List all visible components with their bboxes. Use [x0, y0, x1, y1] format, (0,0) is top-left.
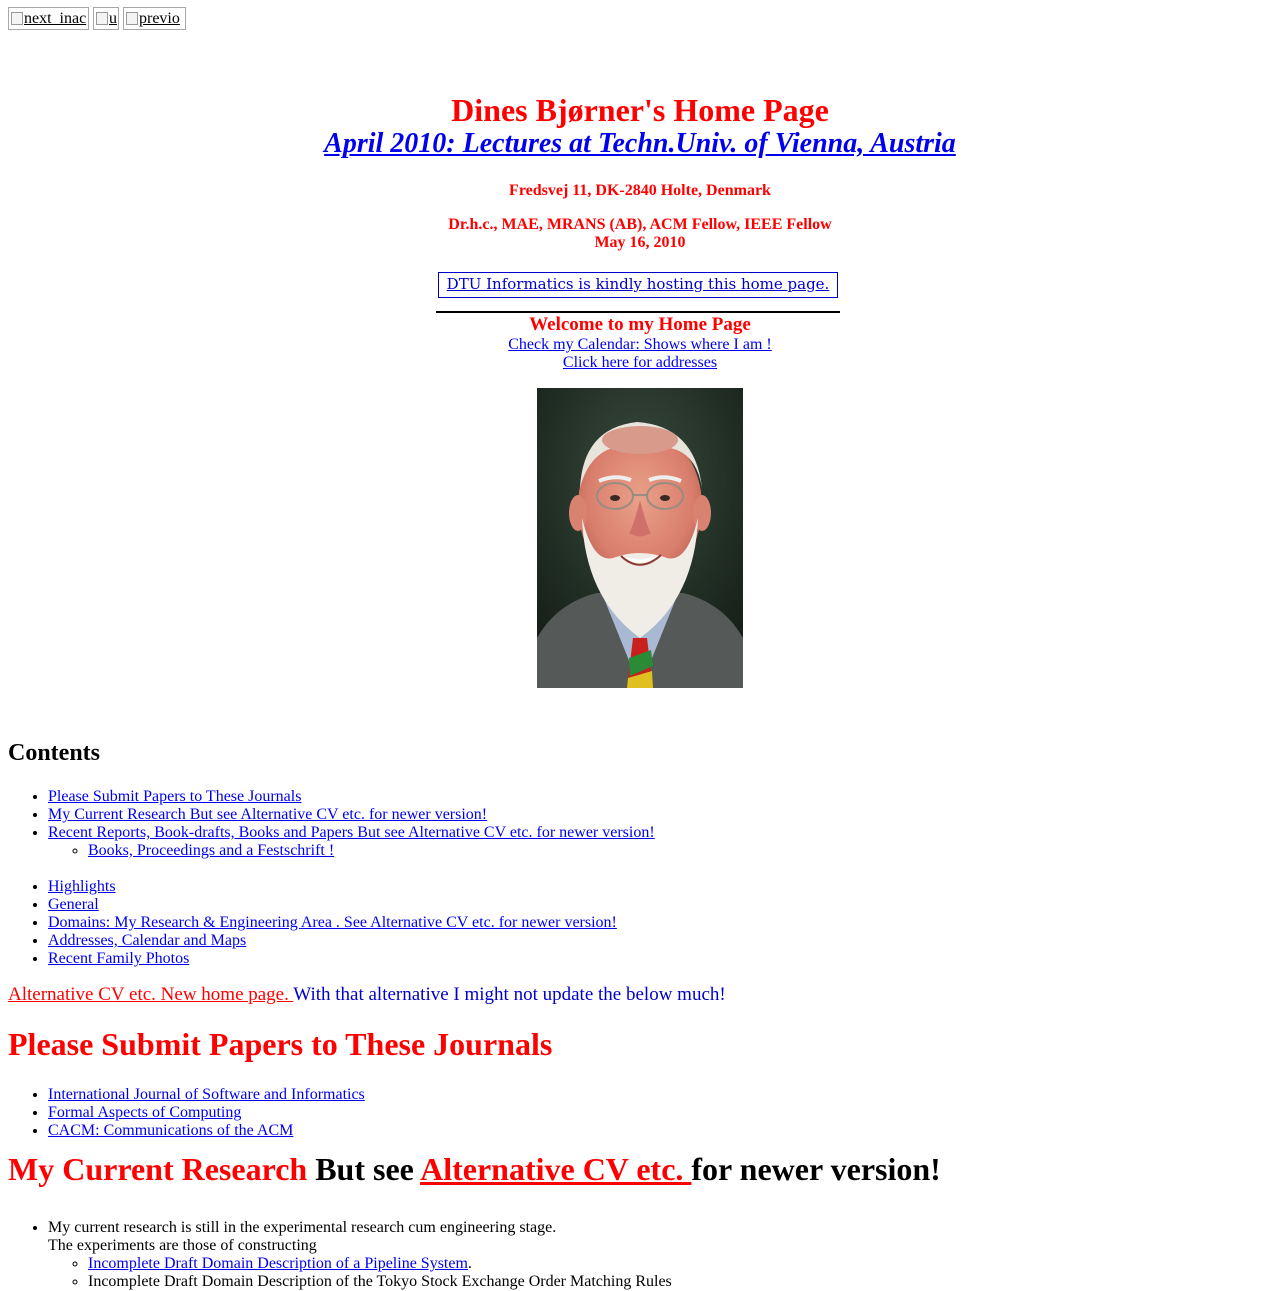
- contents-heading: Contents: [8, 740, 101, 766]
- toc-item: Recent Reports, Book-drafts, Books and P…: [48, 824, 655, 878]
- alternative-cv-line: Alternative CV etc. New home page. With …: [8, 984, 726, 1006]
- toc-link-books[interactable]: Books, Proceedings and a Festschrift !: [88, 842, 334, 859]
- vienna-lectures-link[interactable]: April 2010: Lectures at Techn.Univ. of V…: [324, 128, 956, 159]
- toc-subitem: Books, Proceedings and a Festschrift !: [88, 842, 655, 860]
- calendar-line: Check my Calendar: Shows where I am !: [0, 336, 1280, 354]
- qualifications: Dr.h.c., MAE, MRANS (AB), ACM Fellow, IE…: [0, 216, 1280, 252]
- toc-item: Recent Family Photos: [48, 950, 655, 968]
- addresses-link[interactable]: Click here for addresses: [563, 354, 717, 371]
- research-sublist: Incomplete Draft Domain Description of a…: [88, 1255, 1248, 1291]
- addresses-line: Click here for addresses: [0, 354, 1280, 372]
- journal-item: International Journal of Software and In…: [48, 1086, 365, 1104]
- toc-link-journals[interactable]: Please Submit Papers to These Journals: [48, 788, 301, 805]
- page-date: May 16, 2010: [594, 234, 686, 251]
- page-title: Dines Bjørner's Home Page: [451, 92, 829, 128]
- broken-image-icon: [96, 12, 108, 25]
- dtu-hosting-banner[interactable]: DTU Informatics is kindly hosting this h…: [438, 272, 838, 298]
- next-button[interactable]: next_inac: [8, 7, 89, 30]
- research-heading: My Current Research But see Alternative …: [8, 1153, 1208, 1185]
- toc-link-family-photos[interactable]: Recent Family Photos: [48, 950, 189, 967]
- journals-heading: Please Submit Papers to These Journals: [8, 1026, 553, 1062]
- qualifications-text: Dr.h.c., MAE, MRANS (AB), ACM Fellow, IE…: [448, 216, 832, 233]
- portrait-photo: [537, 388, 743, 688]
- journal-item: CACM: Communications of the ACM: [48, 1122, 365, 1140]
- postal-address: Fredsvej 11, DK-2840 Holte, Denmark: [509, 182, 771, 199]
- toc-link-highlights[interactable]: Highlights: [48, 878, 116, 895]
- journal-link-ijsi[interactable]: International Journal of Software and In…: [48, 1086, 365, 1103]
- toc-link-general[interactable]: General: [48, 896, 99, 913]
- toc-item: General: [48, 896, 655, 914]
- pipeline-domain-link[interactable]: Incomplete Draft Domain Description of a…: [88, 1255, 468, 1272]
- journal-link-cacm[interactable]: CACM: Communications of the ACM: [48, 1122, 293, 1139]
- toc-item: Domains: My Research & Engineering Area …: [48, 914, 655, 932]
- toc-link-addresses[interactable]: Addresses, Calendar and Maps: [48, 932, 246, 949]
- research-list: My current research is still in the expe…: [48, 1219, 1248, 1291]
- research-heading-main: My Current Research: [8, 1151, 308, 1187]
- research-subitem: Incomplete Draft Domain Description of a…: [88, 1255, 1248, 1273]
- up-button[interactable]: u: [93, 7, 119, 30]
- toc-sublist: Books, Proceedings and a Festschrift !: [88, 842, 655, 860]
- toc-link-research[interactable]: My Current Research But see Alternative …: [48, 806, 487, 823]
- toc-item: My Current Research But see Alternative …: [48, 806, 655, 824]
- period: .: [467, 1255, 472, 1272]
- up-button-alt: u: [109, 10, 117, 27]
- divider: [436, 311, 840, 313]
- research-line-2: The experiments are those of constructin…: [48, 1237, 317, 1254]
- research-line-1: My current research is still in the expe…: [48, 1219, 557, 1236]
- toc-item: Highlights: [48, 878, 655, 896]
- journal-item: Formal Aspects of Computing: [48, 1104, 365, 1122]
- portrait-illustration: [537, 388, 743, 688]
- alternative-cv-note: With that alternative I might not update…: [293, 984, 726, 1005]
- journals-list: International Journal of Software and In…: [48, 1086, 365, 1140]
- research-heading-tail: for newer version!: [691, 1151, 941, 1187]
- journal-link-fac[interactable]: Formal Aspects of Computing: [48, 1104, 241, 1121]
- alternative-cv-link[interactable]: Alternative CV etc. New home page.: [8, 984, 293, 1005]
- toc-link-domains[interactable]: Domains: My Research & Engineering Area …: [48, 914, 617, 931]
- next-button-alt: next_inac: [24, 10, 87, 27]
- calendar-link[interactable]: Check my Calendar: Shows where I am !: [508, 336, 771, 353]
- research-item: My current research is still in the expe…: [48, 1219, 1248, 1291]
- research-alternative-cv-link[interactable]: Alternative CV etc.: [420, 1151, 691, 1187]
- toc-link-reports[interactable]: Recent Reports, Book-drafts, Books and P…: [48, 824, 655, 841]
- subtitle: April 2010: Lectures at Techn.Univ. of V…: [0, 128, 1280, 160]
- tokyo-stock-exchange-link[interactable]: Incomplete Draft Domain Description of t…: [88, 1273, 672, 1290]
- toc-item: Please Submit Papers to These Journals: [48, 788, 655, 806]
- broken-image-icon: [11, 12, 23, 25]
- broken-image-icon: [126, 12, 138, 25]
- welcome-heading: Welcome to my Home Page: [529, 314, 751, 335]
- table-of-contents: Please Submit Papers to These Journals M…: [48, 788, 655, 968]
- research-heading-mid: But see: [307, 1151, 421, 1187]
- previous-button[interactable]: previo: [123, 7, 186, 30]
- toc-item: Addresses, Calendar and Maps: [48, 932, 655, 950]
- previous-button-alt: previo: [139, 10, 180, 27]
- research-subitem: Incomplete Draft Domain Description of t…: [88, 1273, 1248, 1291]
